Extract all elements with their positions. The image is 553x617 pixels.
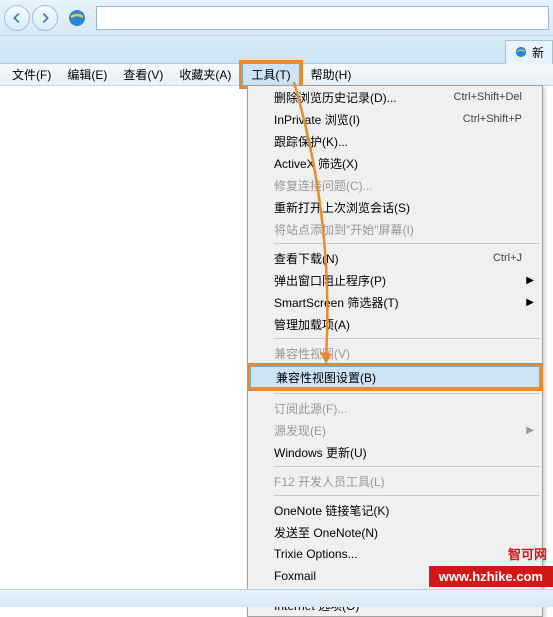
menu-item-shortcut: Ctrl+J — [493, 252, 522, 264]
menu-item-label: 兼容性视图(V) — [274, 345, 522, 362]
menu-item[interactable]: 发送至 OneNote(N) — [248, 521, 542, 543]
submenu-arrow-icon: ▶ — [526, 425, 534, 436]
menu-separator — [274, 338, 540, 339]
menu-item-label: Windows 更新(U) — [274, 444, 522, 461]
menu-separator — [274, 243, 540, 244]
menu-item-label: 管理加载项(A) — [274, 316, 522, 333]
menu-view[interactable]: 查看(V) — [115, 64, 171, 85]
menu-item-shortcut: Ctrl+Shift+Del — [454, 91, 522, 103]
menu-favorites[interactable]: 收藏夹(A) — [171, 64, 239, 85]
ie-logo-icon — [514, 45, 528, 59]
bottom-chrome — [0, 589, 553, 607]
menu-item-label: SmartScreen 筛选器(T) — [274, 294, 522, 311]
menu-item-label: OneNote 链接笔记(K) — [274, 502, 522, 519]
arrow-right-icon — [38, 11, 52, 25]
menu-item[interactable]: ActiveX 筛选(X) — [248, 152, 542, 174]
watermark-url: www.hzhike.com — [429, 566, 553, 587]
menu-item[interactable]: 查看下载(N)Ctrl+J — [248, 247, 542, 269]
menu-item[interactable]: OneNote 链接笔记(K) — [248, 499, 542, 521]
ie-logo-icon — [66, 7, 88, 29]
watermark-text: 智可网 — [508, 544, 547, 563]
menu-item[interactable]: SmartScreen 筛选器(T) ▶ — [248, 291, 542, 313]
menu-item-label: 发送至 OneNote(N) — [274, 524, 522, 541]
menu-item-label: 重新打开上次浏览会话(S) — [274, 199, 522, 216]
menu-item: 修复连接问题(C)... — [248, 174, 542, 196]
address-bar[interactable] — [96, 6, 549, 30]
menu-file[interactable]: 文件(F) — [4, 64, 59, 85]
menu-item-label: F12 开发人员工具(L) — [274, 473, 522, 490]
menu-item-label: ActiveX 筛选(X) — [274, 155, 522, 172]
tab-label: 新 — [532, 44, 544, 61]
menu-item[interactable]: 兼容性视图设置(B) — [250, 366, 540, 388]
menu-item: 兼容性视图(V) — [248, 342, 542, 364]
menu-item[interactable]: Trixie Options... — [248, 543, 542, 565]
menu-item-label: 修复连接问题(C)... — [274, 177, 522, 194]
submenu-arrow-icon: ▶ — [526, 297, 534, 308]
menu-item[interactable]: 重新打开上次浏览会话(S) — [248, 196, 542, 218]
menu-item[interactable]: InPrivate 浏览(I)Ctrl+Shift+P — [248, 108, 542, 130]
browser-tab[interactable]: 新 — [505, 40, 553, 64]
back-button[interactable] — [4, 5, 30, 31]
menu-item[interactable]: 跟踪保护(K)... — [248, 130, 542, 152]
menu-separator — [274, 393, 540, 394]
menu-item: 将站点添加到"开始"屏幕(I) — [248, 218, 542, 240]
menu-separator — [274, 466, 540, 467]
menu-item: 源发现(E) ▶ — [248, 419, 542, 441]
menu-edit[interactable]: 编辑(E) — [59, 64, 115, 85]
arrow-left-icon — [10, 11, 24, 25]
tools-dropdown-menu: 删除浏览历史记录(D)...Ctrl+Shift+DelInPrivate 浏览… — [247, 85, 543, 617]
menu-item-label: 弹出窗口阻止程序(P) — [274, 272, 522, 289]
menu-item[interactable]: Windows 更新(U) — [248, 441, 542, 463]
submenu-arrow-icon: ▶ — [526, 275, 534, 286]
navigation-bar — [0, 0, 553, 36]
annotation-highlight-compat: 兼容性视图设置(B) — [247, 363, 543, 391]
menu-item-shortcut: Ctrl+Shift+P — [463, 113, 522, 125]
menu-item-label: 查看下载(N) — [274, 250, 493, 267]
menu-item-label: InPrivate 浏览(I) — [274, 111, 463, 128]
menu-item: F12 开发人员工具(L) — [248, 470, 542, 492]
menu-separator — [274, 495, 540, 496]
menu-tools[interactable]: 工具(T) — [242, 63, 299, 86]
menu-item-label: 跟踪保护(K)... — [274, 133, 522, 150]
menu-item-label: 将站点添加到"开始"屏幕(I) — [274, 221, 522, 238]
menu-item-label: 源发现(E) — [274, 422, 522, 439]
menu-item: 订阅此源(F)... — [248, 397, 542, 419]
menu-item-label: 订阅此源(F)... — [274, 400, 522, 417]
menu-item-label: 兼容性视图设置(B) — [276, 369, 520, 386]
menu-bar: 文件(F) 编辑(E) 查看(V) 收藏夹(A) 工具(T) 帮助(H) — [0, 64, 553, 86]
menu-item[interactable]: 删除浏览历史记录(D)...Ctrl+Shift+Del — [248, 86, 542, 108]
menu-item[interactable]: 弹出窗口阻止程序(P) ▶ — [248, 269, 542, 291]
menu-item-label: 删除浏览历史记录(D)... — [274, 89, 454, 106]
menu-item-label: Trixie Options... — [274, 547, 522, 561]
menu-help[interactable]: 帮助(H) — [303, 64, 360, 85]
menu-item[interactable]: 管理加载项(A) — [248, 313, 542, 335]
forward-button[interactable] — [32, 5, 58, 31]
